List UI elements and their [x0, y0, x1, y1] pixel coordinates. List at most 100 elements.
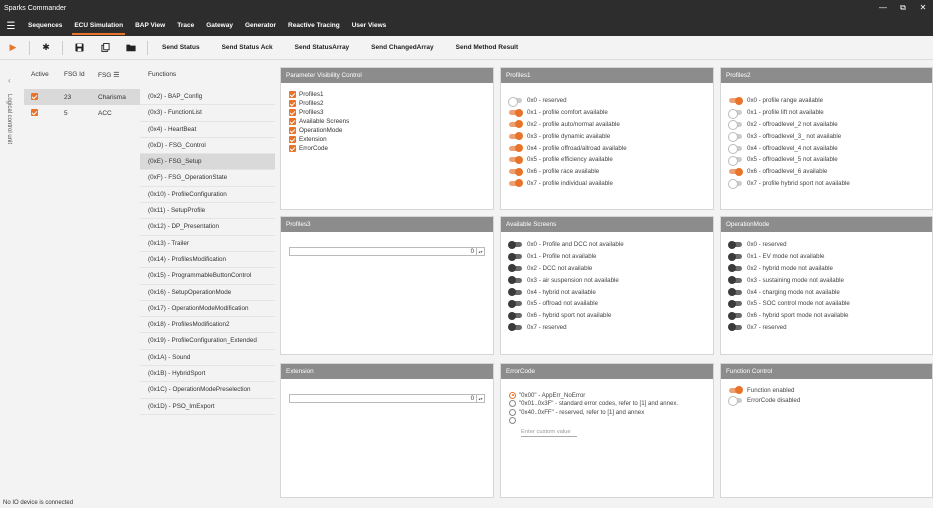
- error-option[interactable]: "0x40..0xFF" - reserved, refer to [1] an…: [509, 408, 705, 417]
- toggle-row[interactable]: 0x4 - hybrid not available: [508, 286, 705, 298]
- toggle-switch[interactable]: [508, 252, 522, 261]
- toggle-switch[interactable]: [728, 179, 742, 190]
- toggle-switch[interactable]: [728, 288, 742, 297]
- save-icon[interactable]: [66, 36, 92, 60]
- visibility-checkbox[interactable]: [289, 136, 296, 143]
- function-list-item[interactable]: (0xD) - FSG_Control: [140, 138, 275, 155]
- function-list-item[interactable]: (0x14) - ProfilesModification: [140, 252, 275, 269]
- function-list-item[interactable]: (0x13) - Trailer: [140, 236, 275, 252]
- close-icon[interactable]: ✕: [913, 0, 933, 16]
- menu-user-views[interactable]: User Views: [346, 16, 393, 36]
- hamburger-menu-icon[interactable]: ☰: [0, 21, 22, 32]
- toggle-row[interactable]: 0x2 - profile auto/normal available: [509, 119, 705, 131]
- function-list-item[interactable]: (0x19) - ProfileConfiguration_Extended: [140, 333, 275, 350]
- toggle-switch[interactable]: [728, 155, 742, 166]
- toggle-row[interactable]: 0x1 - EV mode not available: [728, 251, 924, 263]
- toggle-row[interactable]: 0x7 - profile hybrid sport not available: [728, 178, 924, 190]
- toggle-switch[interactable]: [509, 108, 523, 117]
- custom-value-input[interactable]: Enter custom value: [521, 428, 577, 437]
- visibility-checkbox-row[interactable]: OperationMode: [289, 126, 485, 135]
- toggle-switch[interactable]: [509, 132, 523, 141]
- radio-button[interactable]: [509, 417, 516, 425]
- collapse-chevron-icon[interactable]: ‹: [8, 76, 11, 85]
- toggle-switch[interactable]: [728, 144, 742, 155]
- toggle-switch[interactable]: [508, 264, 522, 273]
- function-enabled-row[interactable]: Function enabled: [729, 385, 924, 395]
- visibility-checkbox-row[interactable]: Extension: [289, 135, 485, 144]
- toggle-switch[interactable]: [728, 276, 742, 285]
- toggle-switch[interactable]: [728, 323, 742, 332]
- menu-reactive-tracing[interactable]: Reactive Tracing: [282, 16, 346, 36]
- toggle-row[interactable]: 0x4 - profile offroad/allroad available: [509, 142, 705, 154]
- function-enabled-toggle[interactable]: [729, 386, 743, 394]
- visibility-checkbox[interactable]: [289, 109, 296, 116]
- table-row[interactable]: 5 ACC: [24, 105, 140, 121]
- toggle-row[interactable]: 0x2 - offroadlevel_2 not available: [728, 119, 924, 131]
- toggle-switch[interactable]: [508, 240, 522, 249]
- toggle-row[interactable]: 0x1 - profile lift not available: [728, 107, 924, 119]
- toggle-switch[interactable]: [728, 108, 742, 119]
- toggle-row[interactable]: 0x6 - profile race available: [509, 166, 705, 178]
- copy-icon[interactable]: [92, 36, 118, 60]
- toggle-row[interactable]: 0x6 - hybrid sport mode not available: [728, 310, 924, 322]
- toggle-switch[interactable]: [728, 252, 742, 261]
- send-method-result-button[interactable]: Send Method Result: [445, 44, 529, 51]
- toggle-switch[interactable]: [509, 179, 523, 188]
- send-status-ack-button[interactable]: Send Status Ack: [211, 44, 284, 51]
- function-list-item[interactable]: (0x10) - ProfileConfiguration: [140, 187, 275, 204]
- toggle-row[interactable]: 0x4 - offroadlevel_4 not available: [728, 142, 924, 155]
- function-list-item[interactable]: (0x11) - SetupProfile: [140, 203, 275, 220]
- restore-icon[interactable]: ⧉: [893, 0, 913, 16]
- function-list-item[interactable]: (0x1D) - PSO_ImExport: [140, 399, 275, 415]
- active-checkbox[interactable]: [31, 93, 38, 101]
- filter-icon[interactable]: ☰: [113, 72, 119, 79]
- toggle-switch[interactable]: [509, 120, 523, 129]
- function-list-item[interactable]: (0x17) - OperationModeModification: [140, 301, 275, 318]
- toggle-switch[interactable]: [509, 155, 523, 164]
- error-option[interactable]: "0x00" - AppErr_NoError: [509, 391, 705, 400]
- toggle-row[interactable]: 0x2 - DCC not available: [508, 263, 705, 275]
- extension-spinbox[interactable]: 0 ▴▾: [289, 394, 485, 403]
- visibility-checkbox-row[interactable]: Profiles3: [289, 108, 485, 117]
- visibility-checkbox[interactable]: [289, 127, 296, 134]
- send-status-array-button[interactable]: Send StatusArray: [284, 44, 361, 51]
- toggle-row[interactable]: 0x3 - profile dynamic available: [509, 130, 705, 142]
- toggle-row[interactable]: 0x6 - offroadlevel_6 available: [729, 166, 924, 178]
- toggle-row[interactable]: 0x0 - Profile and DCC not available: [508, 239, 705, 251]
- menu-trace[interactable]: Trace: [171, 16, 200, 36]
- table-row[interactable]: 23 Charisma: [24, 89, 140, 105]
- toggle-switch[interactable]: [508, 311, 522, 320]
- profiles3-spinbox[interactable]: 0 ▴▾: [289, 247, 485, 256]
- toggle-row[interactable]: 0x0 - reserved: [728, 239, 924, 251]
- spinner-arrows-icon[interactable]: ▴▾: [476, 395, 484, 402]
- toggle-switch[interactable]: [509, 144, 523, 153]
- toggle-switch[interactable]: [508, 299, 522, 308]
- toggle-row[interactable]: 0x5 - offroadlevel_5 not available: [728, 154, 924, 166]
- function-list-item[interactable]: (0xF) - FSG_OperationState: [140, 170, 275, 187]
- error-option-custom[interactable]: [509, 417, 705, 426]
- toggle-switch[interactable]: [728, 264, 742, 273]
- spinner-arrows-icon[interactable]: ▴▾: [476, 248, 484, 255]
- toggle-row[interactable]: 0x1 - profile comfort available: [509, 107, 705, 119]
- toggle-row[interactable]: 0x4 - charging mode not available: [728, 286, 924, 298]
- visibility-checkbox[interactable]: [289, 100, 296, 107]
- function-list-item[interactable]: (0x2) - BAP_Config: [140, 89, 275, 106]
- toggle-switch[interactable]: [728, 240, 742, 249]
- function-list-item[interactable]: (0x1A) - Sound: [140, 350, 275, 367]
- toggle-switch[interactable]: [508, 288, 522, 297]
- settings-gear-icon[interactable]: ✱: [33, 36, 59, 60]
- menu-ecu-simulation[interactable]: ECU Simulation: [68, 16, 129, 36]
- toggle-switch[interactable]: [508, 276, 522, 285]
- radio-button[interactable]: [509, 408, 516, 416]
- errorcode-toggle[interactable]: [728, 396, 742, 406]
- function-list-item[interactable]: (0x1B) - HybridSport: [140, 366, 275, 383]
- minimize-icon[interactable]: —: [873, 0, 893, 16]
- toggle-switch[interactable]: [728, 299, 742, 308]
- toggle-row[interactable]: 0x5 - SOC control mode not available: [728, 298, 924, 310]
- radio-button[interactable]: [509, 391, 516, 399]
- toggle-switch[interactable]: [729, 167, 743, 176]
- toggle-switch[interactable]: [508, 323, 522, 332]
- toggle-row[interactable]: 0x5 - offroad not available: [508, 298, 705, 310]
- toggle-row[interactable]: 0x3 - offroadlevel_3_ not available: [728, 130, 924, 143]
- visibility-checkbox[interactable]: [289, 145, 296, 152]
